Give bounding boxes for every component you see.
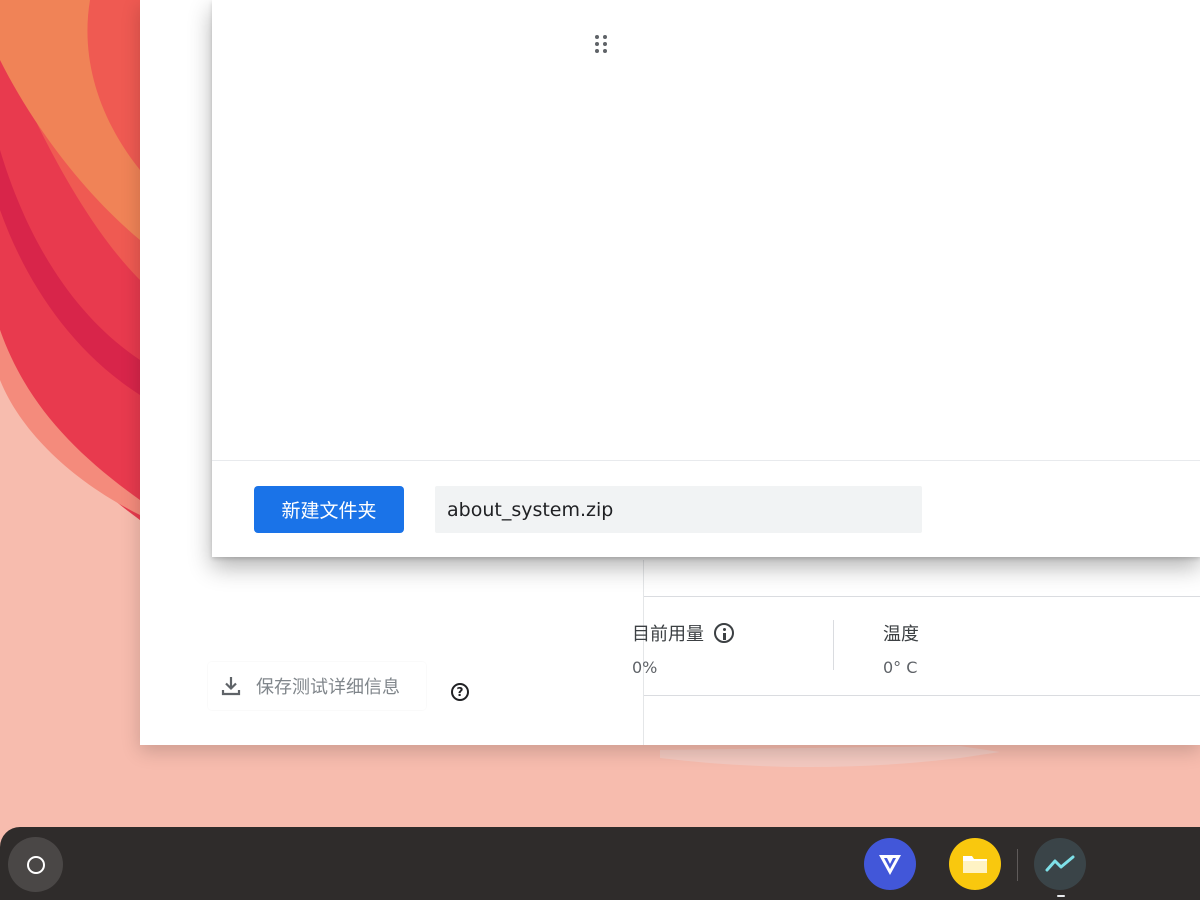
- launcher-button[interactable]: [8, 837, 63, 892]
- help-icon[interactable]: ?: [451, 683, 469, 701]
- files-app-button[interactable]: [949, 838, 1001, 890]
- stat-separator: [833, 620, 834, 670]
- info-icon[interactable]: [714, 623, 734, 643]
- diagnostics-app-button[interactable]: [1034, 838, 1086, 890]
- shelf: [0, 827, 1200, 900]
- active-indicator: [1057, 895, 1065, 897]
- save-dialog: 新建文件夹: [212, 0, 1200, 557]
- save-test-details-button[interactable]: 保存测试详细信息: [208, 662, 426, 710]
- temperature-label: 温度: [883, 624, 919, 645]
- v-app-icon: [879, 855, 901, 875]
- temperature-stat: 温度 0° C: [883, 620, 919, 677]
- usage-value: 0%: [632, 658, 658, 677]
- launcher-icon: [26, 855, 45, 874]
- filename-field[interactable]: [435, 486, 922, 533]
- divider: [644, 695, 1200, 696]
- drag-handle-icon[interactable]: [595, 35, 609, 57]
- new-folder-button[interactable]: 新建文件夹: [254, 486, 404, 533]
- files-icon: [963, 856, 987, 873]
- footer-divider: [212, 460, 1200, 461]
- temperature-value: 0° C: [883, 658, 918, 677]
- diagnostics-icon: [1045, 855, 1075, 872]
- shelf-separator: [1017, 849, 1018, 881]
- v-app-button[interactable]: [864, 838, 916, 890]
- usage-label: 目前用量: [632, 624, 704, 645]
- save-test-details-label: 保存测试详细信息: [256, 677, 400, 698]
- divider: [644, 596, 1200, 597]
- usage-stat: 目前用量 0%: [632, 620, 734, 677]
- download-icon: [221, 677, 241, 696]
